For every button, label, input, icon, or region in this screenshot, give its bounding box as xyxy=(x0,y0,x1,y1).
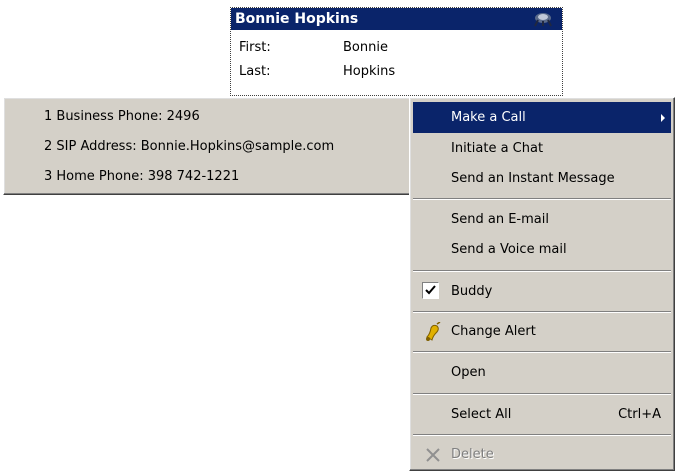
menu-separator xyxy=(413,351,671,353)
shortcut-label: Ctrl+A xyxy=(618,407,661,422)
menu-item-delete: Delete xyxy=(413,439,671,470)
submenu-item-label: 1 Business Phone: 2496 xyxy=(44,109,200,124)
contact-name: Bonnie Hopkins xyxy=(235,11,359,27)
menu-separator xyxy=(413,434,671,436)
menu-item-label: Open xyxy=(451,365,486,380)
menu-item-send-email[interactable]: Send an E-mail xyxy=(413,204,671,235)
menu-item-initiate-chat[interactable]: Initiate a Chat xyxy=(413,133,671,164)
menu-item-open[interactable]: Open xyxy=(413,357,671,388)
menu-item-label: Make a Call xyxy=(451,110,526,125)
menu-item-send-voice-mail[interactable]: Send a Voice mail xyxy=(413,234,671,265)
menu-item-send-instant-message[interactable]: Send an Instant Message xyxy=(413,163,671,194)
menu-item-label: Buddy xyxy=(451,284,493,299)
menu-item-label: Select All xyxy=(451,407,512,422)
first-value: Bonnie xyxy=(343,40,388,55)
submenu-item-home-phone[interactable]: 3 Home Phone: 398 742-1221 xyxy=(7,162,408,192)
make-a-call-submenu: 1 Business Phone: 2496 2 SIP Address: Bo… xyxy=(3,97,412,195)
menu-item-label: Initiate a Chat xyxy=(451,141,544,156)
menu-separator xyxy=(413,198,671,200)
menu-separator xyxy=(413,270,671,272)
bell-icon xyxy=(426,322,441,341)
delete-x-icon xyxy=(426,448,440,462)
menu-item-change-alert[interactable]: Change Alert xyxy=(413,316,671,347)
contact-card: Bonnie Hopkins First: Bonnie Last: Hopki… xyxy=(230,7,563,96)
context-menu: Make a Call Initiate a Chat Send an Inst… xyxy=(409,97,675,471)
submenu-arrow-icon xyxy=(661,114,665,122)
menu-item-buddy[interactable]: Buddy xyxy=(413,276,671,307)
user-presence-icon xyxy=(534,13,552,27)
menu-item-select-all[interactable]: Select All Ctrl+A xyxy=(413,399,671,430)
first-label: First: xyxy=(239,40,271,55)
menu-item-make-a-call[interactable]: Make a Call xyxy=(413,102,671,133)
menu-item-label: Delete xyxy=(451,447,494,462)
menu-separator xyxy=(413,311,671,313)
menu-item-label: Send a Voice mail xyxy=(451,242,567,257)
last-label: Last: xyxy=(239,64,271,79)
contact-card-header: Bonnie Hopkins xyxy=(231,8,562,30)
last-value: Hopkins xyxy=(343,64,396,79)
buddy-checkbox xyxy=(422,282,439,299)
menu-item-label: Change Alert xyxy=(451,324,536,339)
menu-item-label: Send an Instant Message xyxy=(451,171,615,186)
menu-item-label: Send an E-mail xyxy=(451,212,549,227)
submenu-item-label: 2 SIP Address: Bonnie.Hopkins@sample.com xyxy=(44,139,335,154)
submenu-item-label: 3 Home Phone: 398 742-1221 xyxy=(44,169,240,184)
submenu-item-sip-address[interactable]: 2 SIP Address: Bonnie.Hopkins@sample.com xyxy=(7,132,408,162)
menu-separator xyxy=(413,393,671,395)
submenu-item-business-phone[interactable]: 1 Business Phone: 2496 xyxy=(7,102,408,132)
checkmark-icon xyxy=(425,285,436,295)
